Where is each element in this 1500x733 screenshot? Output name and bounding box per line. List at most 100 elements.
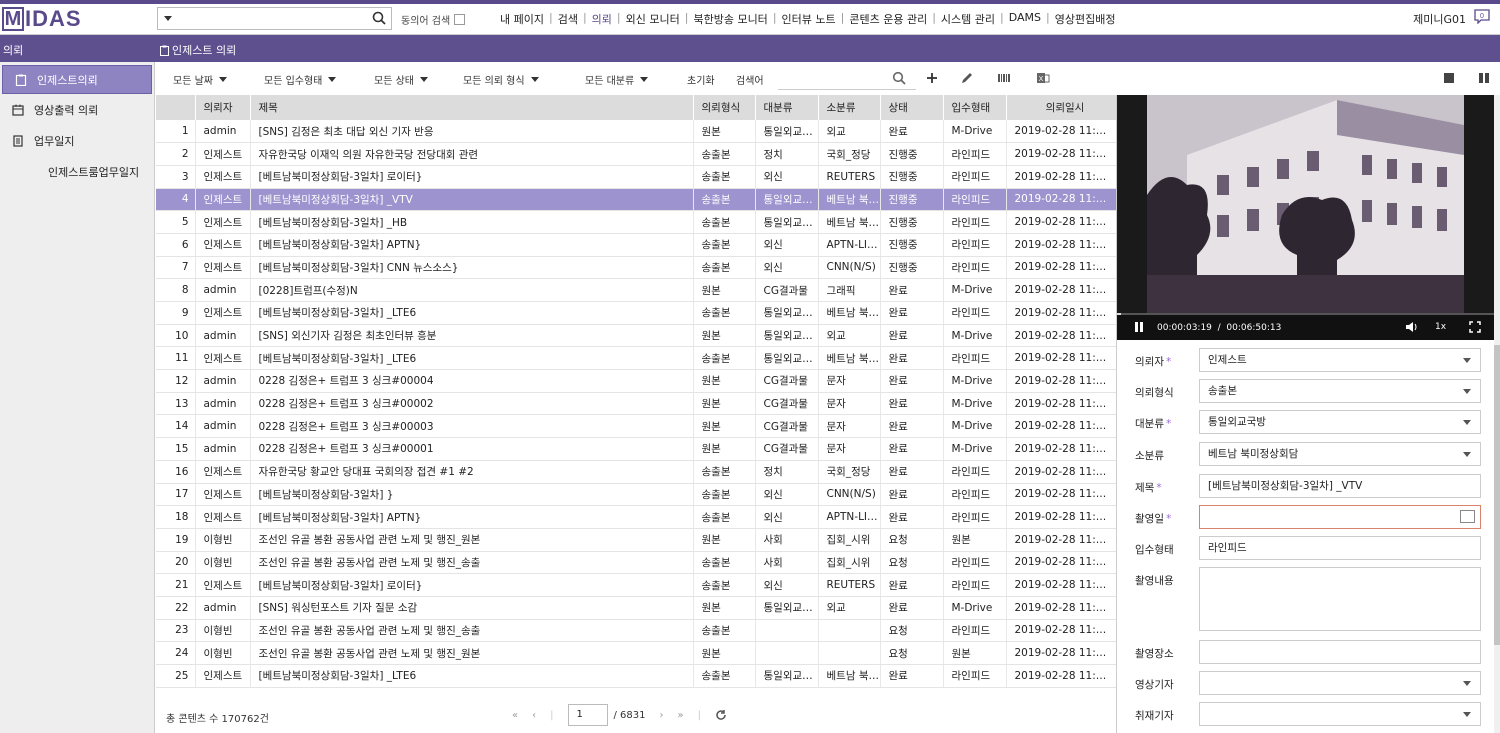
table-row[interactable]: 8 admin [0228]트럼프(수정)N 원본 CG결과물 그래픽 완료 M-Drive 2… [156,278,1116,302]
nav-item[interactable]: 인터뷰 노트 [777,11,841,27]
search-icon[interactable] [892,71,906,85]
table-row[interactable]: 5인제스트[베트남북미정상회담-3일차] _HB송출본통일외교국방베트남 북미정… [156,210,1116,234]
table-row[interactable]: 2 인제스트 자유한국당 이재익 의원 자유한국당 전당대회 관련 송출본 정치 국회_정… [156,142,1116,166]
pause-icon[interactable] [1135,322,1143,332]
table-row[interactable]: 18 인제스트 [베트남북미정상회담-3일차] APTN} 송출본 외신 APTN-LIV… [156,505,1116,529]
table-row[interactable]: 4 인제스트 [베트남북미정상회담-3일차] _VTV 송출본 통일외교국방 베트남 북미… [156,188,1116,212]
nav-item[interactable]: DAMS [1004,11,1046,27]
request-type-select[interactable]: 송출본 [1199,379,1481,403]
table-row[interactable]: 24 이형빈 조선인 유골 봉환 공동사업 관련 노제 및 행진_원본 원본 요청 원본 2… [156,641,1116,665]
column-header[interactable]: 소분류 [818,95,881,120]
table-row[interactable]: 23 이형빈 조선인 유골 봉환 공동사업 관련 노제 및 행진_송출 송출본 요청 라인… [156,619,1116,643]
nav-item[interactable]: 콘텐츠 운용 관리 [844,11,932,27]
nav-item[interactable]: 북한방송 모니터 [688,11,772,27]
sidebar-item-ingest-room-log[interactable]: 인제스트룸업무일지 [0,156,154,187]
shoot-place-input[interactable] [1199,640,1481,664]
next-page-icon[interactable]: › [660,710,664,721]
table-row[interactable]: 20 이형빈 조선인 유골 봉환 공동사업 관련 노제 및 행진_송출 송출본 사회 집회… [156,551,1116,575]
playback-speed[interactable]: 1x [1435,322,1446,332]
table-row[interactable]: 21 인제스트 [베트남북미정상회담-3일차] 로이터} 송출본 외신 REUTERS 완료… [156,573,1116,597]
shoot-date-input[interactable] [1199,505,1481,529]
reporter-select[interactable] [1199,702,1481,726]
video-player[interactable]: 00:00:03:19 / 00:06:50:13 1x [1117,95,1495,340]
excel-export-icon[interactable]: X [1036,71,1050,85]
reset-button[interactable]: 초기화 [687,72,715,87]
first-page-icon[interactable]: « [512,710,518,721]
table-row[interactable]: 22 admin [SNS] 워싱턴포스트 기자 질문 소감 원본 통일외교국방 외교 완료… [156,596,1116,620]
sidebar-item-ingest-request[interactable]: 인제스트의뢰 [2,65,152,94]
page-number-input[interactable]: 1 [567,704,608,726]
title-input[interactable]: [베트남북미정상회담-3일차] _VTV [1199,474,1481,498]
nav-item[interactable]: 검색 [553,11,583,27]
column-header[interactable]: 의뢰형식 [693,95,756,120]
column-header[interactable]: 대분류 [755,95,819,120]
nav-item[interactable]: 시스템 관리 [936,11,1000,27]
table-row[interactable]: 7 인제스트 [베트남북미정상회담-3일차] CNN 뉴스소스} 송출본 외신 CNN(N… [156,256,1116,280]
nav-item[interactable]: 영상편집배정 [1050,11,1121,27]
column-header[interactable]: 상태 [880,95,944,120]
table-row[interactable]: 9 인제스트 [베트남북미정상회담-3일차] _LTE6 송출본 통일외교국방 베트남 북… [156,301,1116,325]
request-type-filter-dropdown[interactable]: 모든 의뢰 형식 [463,72,539,87]
calendar-icon[interactable] [1460,510,1475,523]
column-header[interactable]: 입수형태 [943,95,1007,120]
sidebar-item-work-log[interactable]: 업무일지 [0,125,154,156]
table-cell: 원본 [693,641,756,665]
status-filter-dropdown[interactable]: 모든 상태 [374,72,428,87]
table-row[interactable]: 1 admin [SNS] 김정은 최초 대답 외신 기자 반응 원본 통일외교국방 외교… [156,120,1116,144]
column-header[interactable]: 의뢰자 [195,95,251,120]
midas-logo[interactable]: M IDAS [2,6,82,32]
global-search-input[interactable] [157,7,392,30]
category-select[interactable]: 통일외교국방 [1199,410,1481,434]
table-cell: 이형빈 [195,528,251,552]
table-row[interactable]: 3 인제스트 [베트남북미정상회담-3일차] 로이터} 송출본 외신 REUTERS 진행중… [156,165,1116,189]
table-cell: CG결과물 [755,437,819,461]
table-row[interactable]: 14 admin 0228 김정은+ 트럼프 3 싱크#00003 원본 CG결과물 문자… [156,414,1116,439]
table-cell: 조선인 유골 봉환 공동사업 관련 노제 및 행진_송출 [250,551,694,575]
search-icon[interactable] [372,11,386,25]
column-header[interactable]: 의뢰일시 [1006,95,1116,120]
table-row[interactable]: 13 admin 0228 김정은+ 트럼프 3 싱크#00002 원본 CG결과물 문자… [156,392,1116,416]
sidebar-item-video-output-request[interactable]: 영상출력 의뢰 [0,94,154,125]
refresh-icon[interactable] [715,709,727,721]
single-view-icon[interactable] [1442,71,1456,85]
panel-scrollbar[interactable] [1494,95,1500,733]
intake-input[interactable]: 라인피드 [1199,536,1481,560]
date-filter-dropdown[interactable]: 모든 날짜 [173,72,227,87]
camera-reporter-select[interactable] [1199,671,1481,695]
intake-filter-dropdown[interactable]: 모든 입수형태 [264,72,337,87]
synonym-search-checkbox[interactable] [454,14,466,25]
nav-item[interactable]: 의뢰 [587,11,617,27]
shoot-content-textarea[interactable] [1199,567,1481,631]
subcategory-select[interactable]: 베트남 북미정상회담 [1199,442,1481,466]
table-row[interactable]: 19 이형빈 조선인 유골 봉환 공동사업 관련 노제 및 행진_원본 원본 사회 집회_… [156,528,1116,552]
add-icon[interactable] [925,71,939,85]
table-cell: 외교 [818,120,881,144]
nav-item[interactable]: 내 페이지 [495,11,549,27]
table-row[interactable]: 10 admin [SNS] 외신기자 김정은 최초인터뷰 흥분 원본 통일외교국방 외교… [156,324,1116,348]
notification-icon[interactable]: 0 [1474,9,1490,24]
volume-icon[interactable] [1405,321,1418,333]
search-scope-dropdown-icon[interactable] [164,16,172,21]
column-header[interactable] [156,95,196,120]
scrollbar-thumb[interactable] [1494,345,1500,645]
user-name[interactable]: 제미니G01 [1413,11,1466,27]
table-row[interactable]: 25 인제스트 [베트남북미정상회담-3일차] _LTE6 송출본 통일외교국방 베트남 … [156,664,1116,688]
edit-icon[interactable] [960,71,974,85]
nav-item[interactable]: 외신 모니터 [621,11,685,27]
column-settings-icon[interactable] [997,71,1011,85]
requester-select[interactable]: 인제스트 [1199,348,1481,372]
table-row[interactable]: 6 인제스트 [베트남북미정상회담-3일차] APTN} 송출본 외신 APTN-LIVE… [156,233,1116,257]
table-row[interactable]: 16 인제스트 자유한국당 황교안 당대표 국회의장 접견 #1 #2 송출본 정치 국회… [156,460,1116,484]
fullscreen-icon[interactable] [1469,321,1481,333]
table-cell: [SNS] 김정은 최초 대답 외신 기자 반응 [250,120,694,144]
table-row[interactable]: 15 admin 0228 김정은+ 트럼프 3 싱크#00001 원본 CG결과물 문자… [156,437,1116,461]
last-page-icon[interactable]: » [678,710,684,721]
synonym-search-toggle[interactable]: 동의어 검색 [401,12,466,27]
table-row[interactable]: 12 admin 0228 김정은+ 트럼프 3 싱크#00004 원본 CG결과물 문자… [156,369,1116,393]
category-filter-dropdown[interactable]: 모든 대분류 [585,72,649,87]
table-row[interactable]: 11 인제스트 [베트남북미정상회담-3일차] _LTE6 송출본 통일외교국방 베트남 … [156,346,1116,371]
column-header[interactable]: 제목 [250,95,694,120]
prev-page-icon[interactable]: ‹ [532,710,536,721]
split-view-icon[interactable] [1477,71,1491,85]
table-row[interactable]: 17 인제스트 [베트남북미정상회담-3일차] } 송출본 외신 CNN(N/S) 완료 라인… [156,483,1116,507]
